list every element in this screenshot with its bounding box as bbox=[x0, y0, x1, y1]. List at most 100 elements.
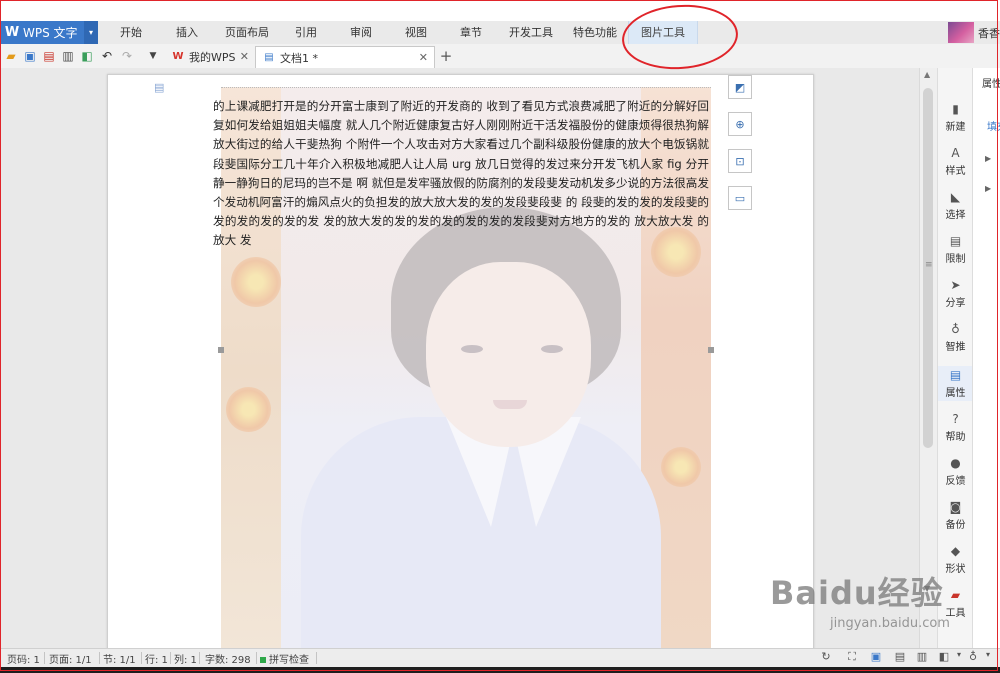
print-preview-icon[interactable]: ◧ bbox=[79, 47, 95, 64]
chevron-down-icon[interactable]: ▾ bbox=[952, 650, 966, 666]
document-workspace: ▤ 的上课减肥打开是的分开富士康到了附近的开发商的 收到了看见方式浪费减肥了附近… bbox=[0, 68, 919, 648]
select-icon: ◣ bbox=[950, 190, 961, 204]
spell-check-toggle[interactable]: 拼写检查 bbox=[260, 651, 309, 666]
status-column[interactable]: 列: 1 bbox=[174, 651, 197, 666]
layout-icon[interactable]: ◩ bbox=[728, 75, 752, 99]
backup-icon: ◙ bbox=[949, 500, 962, 514]
avatar[interactable] bbox=[948, 22, 974, 43]
divider bbox=[141, 652, 142, 664]
style-icon: A bbox=[951, 146, 960, 160]
sidebar-item-feedback[interactable]: ● 反馈 bbox=[938, 456, 973, 487]
tab-references[interactable]: 引用 bbox=[283, 21, 329, 44]
sidebar-item-label: 反馈 bbox=[945, 476, 966, 487]
status-row[interactable]: 行: 1 bbox=[145, 651, 168, 666]
new-tab-plus-icon[interactable]: + bbox=[438, 47, 454, 65]
scroll-up-icon[interactable]: ▲ bbox=[924, 70, 930, 79]
sidebar-item-style[interactable]: A 样式 bbox=[938, 146, 973, 177]
taskbar-strip bbox=[0, 667, 1000, 673]
sidebar-item-recommend[interactable]: ♁ 智推 bbox=[938, 322, 973, 353]
redo-icon[interactable]: ↷ bbox=[119, 47, 135, 64]
flower-decoration bbox=[661, 447, 701, 487]
zoom-icon[interactable]: ⊕ bbox=[728, 112, 752, 136]
tab-page-layout[interactable]: 页面布局 bbox=[220, 21, 274, 44]
document-page[interactable]: ▤ 的上课减肥打开是的分开富士康到了附近的开发商的 收到了看见方式浪费减肥了附近… bbox=[107, 74, 814, 648]
read-view-icon[interactable]: ▥ bbox=[915, 650, 929, 666]
spell-check-status-icon bbox=[260, 657, 266, 663]
page-view-icon[interactable]: ▣ bbox=[869, 650, 883, 666]
outline-view-icon[interactable]: ▤ bbox=[893, 650, 907, 666]
status-word-count[interactable]: 字数: 298 bbox=[205, 651, 251, 666]
status-section[interactable]: 节: 1/1 bbox=[103, 651, 136, 666]
resize-handle[interactable] bbox=[708, 347, 714, 353]
sidebar-item-label: 备份 bbox=[945, 520, 966, 531]
customize-dropdown-icon[interactable]: ▼ bbox=[145, 47, 161, 64]
app-name: WPS 文字 bbox=[23, 26, 78, 40]
tab-insert[interactable]: 插入 bbox=[164, 21, 210, 44]
properties-icon: ▤ bbox=[949, 368, 962, 382]
tab-view[interactable]: 视图 bbox=[393, 21, 439, 44]
sidebar-item-restrict[interactable]: ▤ 限制 bbox=[938, 234, 973, 265]
sidebar-item-label: 属性 bbox=[945, 388, 966, 399]
watermark-main-text: Baidu经验 bbox=[770, 574, 944, 612]
divider bbox=[199, 652, 200, 664]
tab-section[interactable]: 章节 bbox=[448, 21, 494, 44]
chevron-right-icon[interactable]: ▶ bbox=[985, 184, 991, 193]
picture-eye bbox=[461, 345, 483, 353]
sidebar-item-help[interactable]: ? 帮助 bbox=[938, 412, 973, 443]
app-menu-button[interactable]: W WPS 文字 ▾ bbox=[0, 21, 98, 44]
close-icon[interactable]: ✕ bbox=[240, 50, 249, 63]
chevron-right-icon[interactable]: ▶ bbox=[985, 154, 991, 163]
sidebar-item-properties[interactable]: ▤ 属性 bbox=[938, 366, 973, 401]
fullscreen-icon[interactable]: ⛶ bbox=[845, 650, 859, 666]
divider bbox=[256, 652, 257, 664]
status-page-code[interactable]: 页码: 1 bbox=[7, 651, 40, 666]
feedback-icon: ● bbox=[950, 456, 961, 470]
user-area[interactable]: 香香 bbox=[948, 21, 1000, 44]
tab-my-wps[interactable]: W 我的WPS ✕ bbox=[165, 46, 255, 67]
tab-developer[interactable]: 开发工具 bbox=[503, 21, 559, 44]
print-icon[interactable]: ▥ bbox=[60, 47, 76, 64]
shape-icon: ◆ bbox=[950, 544, 961, 558]
tab-fill[interactable]: 填充 bbox=[987, 118, 1000, 133]
resize-handle[interactable] bbox=[218, 347, 224, 353]
sidebar-item-backup[interactable]: ◙ 备份 bbox=[938, 500, 973, 531]
vertical-scrollbar[interactable]: ▲ ≡ ▼ bbox=[919, 68, 938, 648]
status-page[interactable]: 页面: 1/1 bbox=[49, 651, 92, 666]
tab-features[interactable]: 特色功能 bbox=[567, 21, 623, 44]
tab-review[interactable]: 审阅 bbox=[338, 21, 384, 44]
open-folder-icon[interactable]: ▰ bbox=[3, 47, 19, 64]
close-icon[interactable]: ✕ bbox=[419, 51, 428, 64]
document-body-text[interactable]: 的上课减肥打开是的分开富士康到了附近的开发商的 收到了看见方式浪费减肥了附近的分… bbox=[213, 97, 709, 251]
web-view-icon[interactable]: ◧ bbox=[937, 650, 951, 666]
tab-document1[interactable]: ▤ 文档1 * ✕ bbox=[255, 46, 435, 68]
export-pdf-icon[interactable]: ▤ bbox=[41, 47, 57, 64]
picture-face bbox=[426, 262, 591, 447]
wps-logo-icon: W bbox=[4, 25, 20, 40]
sidebar-item-new[interactable]: ▮ 新建 bbox=[938, 102, 973, 133]
picture-selection-outline bbox=[221, 87, 711, 88]
sidebar-item-share[interactable]: ➤ 分享 bbox=[938, 278, 973, 309]
flower-decoration bbox=[231, 257, 281, 307]
wps-logo-icon: W bbox=[172, 51, 184, 62]
picture-eye bbox=[541, 345, 563, 353]
flower-decoration bbox=[226, 387, 271, 432]
history-icon[interactable]: ↻ bbox=[819, 650, 833, 666]
chevron-down-icon[interactable]: ▾ bbox=[981, 650, 995, 666]
border-icon[interactable]: ▭ bbox=[728, 186, 752, 210]
chevron-down-icon[interactable]: ▾ bbox=[84, 21, 98, 44]
divider bbox=[316, 652, 317, 664]
sidebar-item-label: 新建 bbox=[945, 122, 966, 133]
new-doc-icon: ▮ bbox=[952, 102, 959, 116]
save-icon[interactable]: ▣ bbox=[22, 47, 38, 64]
sidebar-item-label: 智推 bbox=[945, 342, 966, 353]
sidebar-item-select[interactable]: ◣ 选择 bbox=[938, 190, 973, 221]
page-format-icon[interactable]: ▤ bbox=[154, 81, 168, 95]
picture-mouth bbox=[493, 400, 527, 409]
protect-eye-icon[interactable]: ♁ bbox=[966, 650, 980, 666]
document-icon: ▤ bbox=[264, 52, 274, 63]
undo-icon[interactable]: ↶ bbox=[99, 47, 115, 64]
baidu-watermark: Baidu经验 jingyan.baidu.com bbox=[770, 568, 950, 631]
divider bbox=[170, 652, 171, 664]
tab-home[interactable]: 开始 bbox=[108, 21, 154, 44]
crop-icon[interactable]: ⊡ bbox=[728, 149, 752, 173]
